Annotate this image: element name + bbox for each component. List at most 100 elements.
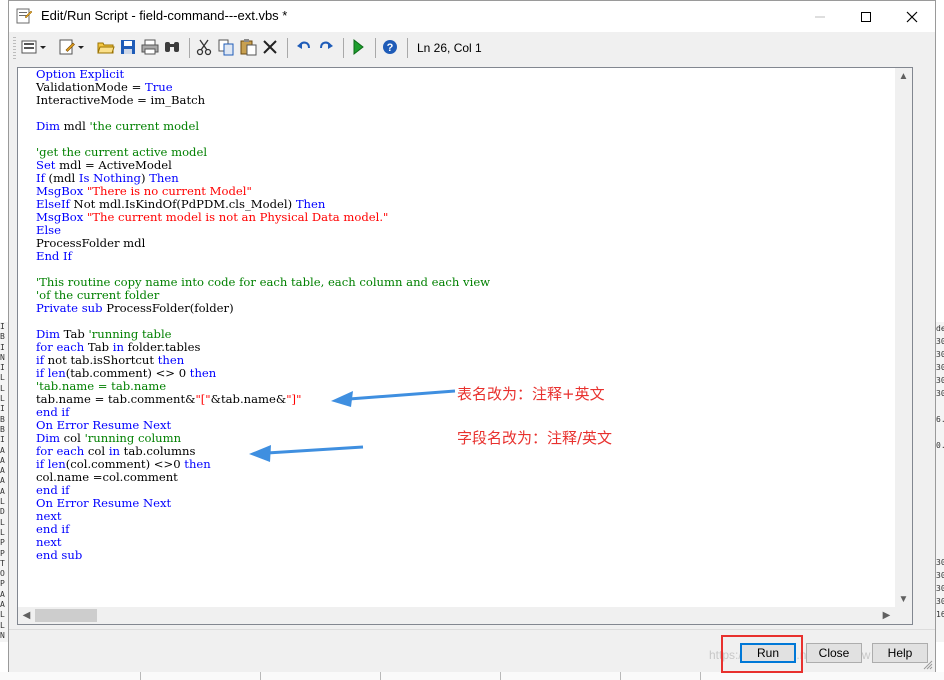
scrollbar-corner xyxy=(895,607,912,624)
open-button[interactable] xyxy=(97,38,115,56)
code-token: len xyxy=(47,366,66,380)
code-line[interactable]: next xyxy=(36,536,490,549)
code-token: tab.columns xyxy=(120,444,196,458)
code-token: Set xyxy=(36,158,56,172)
save-icon xyxy=(121,40,135,54)
edit-run-script-dialog: Edit/Run Script - field-command---ext.vb… xyxy=(8,0,936,673)
code-token: Dim xyxy=(36,327,60,341)
code-line[interactable]: Dim mdl 'the current model xyxy=(36,120,490,133)
cursor-position: Ln 26, Col 1 xyxy=(417,41,482,55)
code-line[interactable]: Private sub ProcessFolder(folder) xyxy=(36,302,490,315)
save-button[interactable] xyxy=(119,38,137,56)
code-token: next xyxy=(36,509,62,523)
code-token: &tab.name& xyxy=(210,392,287,406)
redo-button[interactable] xyxy=(317,38,335,56)
code-line[interactable]: col.name =col.comment xyxy=(36,471,490,484)
copy-icon xyxy=(218,39,234,56)
resize-grip-icon[interactable] xyxy=(923,660,933,670)
code-token: in xyxy=(108,444,120,458)
maximize-button[interactable] xyxy=(843,1,889,32)
help-button[interactable]: Help xyxy=(872,643,928,663)
help-toolbar-button[interactable]: ? xyxy=(381,38,399,56)
print-button[interactable] xyxy=(141,38,159,56)
code-token: ElseIf xyxy=(36,197,70,211)
code-token: col xyxy=(60,431,85,445)
code-line[interactable]: end if xyxy=(36,523,490,536)
menu-dropdown-icon xyxy=(21,40,46,54)
code-token: MsgBox xyxy=(36,210,84,224)
code-token: mdl = ActiveModel xyxy=(55,158,172,172)
code-token: ValidationMode = xyxy=(36,80,146,94)
code-line[interactable]: MsgBox "The current model is not an Phys… xyxy=(36,211,490,224)
help-icon: ? xyxy=(383,40,397,54)
vertical-scrollbar[interactable]: ▲ ▼ xyxy=(895,68,912,608)
scroll-up-icon[interactable]: ▲ xyxy=(895,68,912,85)
paste-button[interactable] xyxy=(239,38,257,56)
toolbar-grip[interactable] xyxy=(13,37,16,59)
code-token: then xyxy=(157,353,185,367)
code-text[interactable]: Option Explicit ValidationMode = True Inte… xyxy=(36,68,490,562)
scroll-left-icon[interactable]: ◀ xyxy=(18,607,35,624)
close-button[interactable]: Close xyxy=(806,643,862,663)
dialog-footer: https://blog.csdn.net/tonyshow Run Close… xyxy=(9,629,935,673)
horizontal-scrollbar[interactable]: ◀ ▶ xyxy=(18,607,912,624)
code-line[interactable]: next xyxy=(36,510,490,523)
toolbar-separator xyxy=(287,38,288,58)
code-token: 'This routine copy name into code for ea… xyxy=(36,275,491,289)
script-editor[interactable]: Option Explicit ValidationMode = True Inte… xyxy=(17,67,913,625)
edit-dropdown-icon xyxy=(59,39,84,55)
code-token: Is xyxy=(78,171,90,185)
code-token: "[" xyxy=(195,392,211,406)
background-list-strip: de 30 30 30 30 30 6. 0. 30 30 30 30 16 xyxy=(936,322,944,642)
code-line[interactable]: end sub xyxy=(36,549,490,562)
run-toolbar-button[interactable] xyxy=(349,38,367,56)
minimize-button[interactable] xyxy=(797,1,843,32)
code-token: for xyxy=(36,444,53,458)
code-token: if xyxy=(36,353,44,367)
code-token: next xyxy=(36,535,62,549)
code-token: If xyxy=(36,171,45,185)
menu-dropdown-button[interactable] xyxy=(21,38,49,56)
code-line[interactable]: InteractiveMode = im_Batch xyxy=(36,94,490,107)
code-token: 'running table xyxy=(88,327,172,341)
code-token: if xyxy=(36,457,44,471)
edit-dropdown-button[interactable] xyxy=(59,38,87,56)
find-button[interactable] xyxy=(163,38,181,56)
background-grid-row xyxy=(0,672,944,680)
scroll-down-icon[interactable]: ▼ xyxy=(895,591,912,608)
delete-button[interactable] xyxy=(261,38,279,56)
print-icon xyxy=(141,39,159,55)
code-token: mdl xyxy=(60,119,90,133)
scroll-right-icon[interactable]: ▶ xyxy=(878,607,895,624)
code-line[interactable]: End If xyxy=(36,250,490,263)
code-token: len xyxy=(47,457,66,471)
code-token: tab.name = tab.comment& xyxy=(36,392,196,406)
code-token: True xyxy=(145,80,173,94)
toolbar-separator xyxy=(189,38,190,58)
code-line[interactable]: ProcessFolder mdl xyxy=(36,237,490,250)
copy-button[interactable] xyxy=(217,38,235,56)
cut-button[interactable] xyxy=(195,38,213,56)
undo-button[interactable] xyxy=(295,38,313,56)
code-token: folder.tables xyxy=(123,340,201,354)
run-icon xyxy=(353,38,364,56)
code-token: for xyxy=(36,340,53,354)
code-token: Private xyxy=(36,301,79,315)
code-token: On Error Resume Next xyxy=(36,418,172,432)
code-token: 'the current model xyxy=(89,119,200,133)
code-token: "The current model is not an Physical Da… xyxy=(86,210,389,224)
code-token: then xyxy=(184,457,211,471)
run-button[interactable]: Run xyxy=(740,643,796,663)
delete-icon xyxy=(263,40,277,54)
code-token: Not mdl.IsKindOf(PdPDM.cls_Model) xyxy=(69,197,296,211)
close-window-button[interactable] xyxy=(889,1,935,32)
code-token: (tab.comment) <> 0 xyxy=(65,366,190,380)
code-token: (col.comment) <>0 xyxy=(65,457,185,471)
code-token: Then xyxy=(295,197,326,211)
code-line[interactable]: On Error Resume Next xyxy=(36,497,490,510)
title-bar[interactable]: Edit/Run Script - field-command---ext.vb… xyxy=(9,1,935,32)
script-app-icon xyxy=(16,8,33,24)
column-name-annotation: 字段名改为：注释/英文 xyxy=(457,429,613,447)
horizontal-scroll-thumb[interactable] xyxy=(35,609,97,622)
code-token: col.name =col.comment xyxy=(36,470,178,484)
